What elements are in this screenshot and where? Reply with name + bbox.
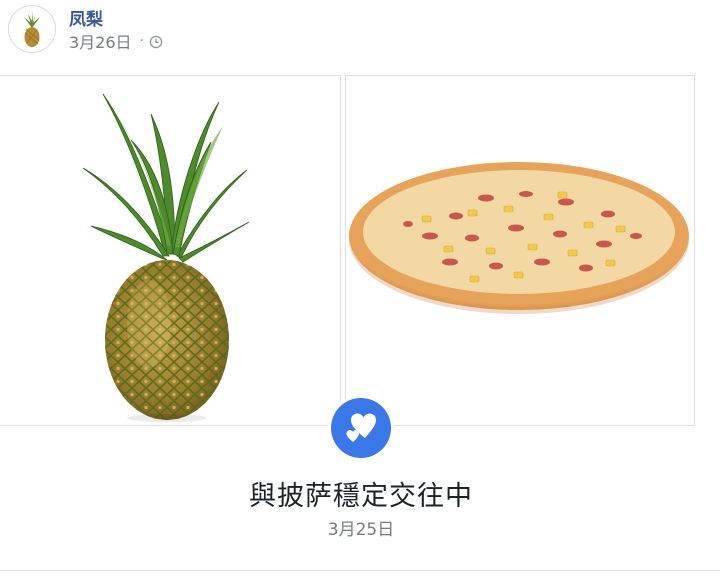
- pineapple-avatar-icon: [24, 11, 40, 47]
- pizza-photo[interactable]: [345, 75, 695, 426]
- pizza-image: [349, 162, 689, 314]
- meta-separator: ·: [139, 33, 144, 49]
- divider: [0, 570, 720, 571]
- avatar[interactable]: [8, 5, 56, 53]
- life-event-title[interactable]: 與披萨穩定交往中: [0, 474, 720, 513]
- post-header: 凤梨 3月26日 ·: [0, 0, 720, 70]
- life-event-date: 3月25日: [327, 520, 395, 540]
- post-date[interactable]: 3月26日: [69, 29, 132, 53]
- pineapple-image: [82, 93, 250, 422]
- post-meta: 3月26日 ·: [69, 30, 163, 52]
- life-event-badge: [331, 398, 391, 458]
- clock-icon[interactable]: [149, 34, 163, 49]
- author-name[interactable]: 凤梨: [69, 5, 103, 30]
- pineapple-photo[interactable]: [0, 75, 341, 426]
- hearts-icon: [346, 413, 376, 442]
